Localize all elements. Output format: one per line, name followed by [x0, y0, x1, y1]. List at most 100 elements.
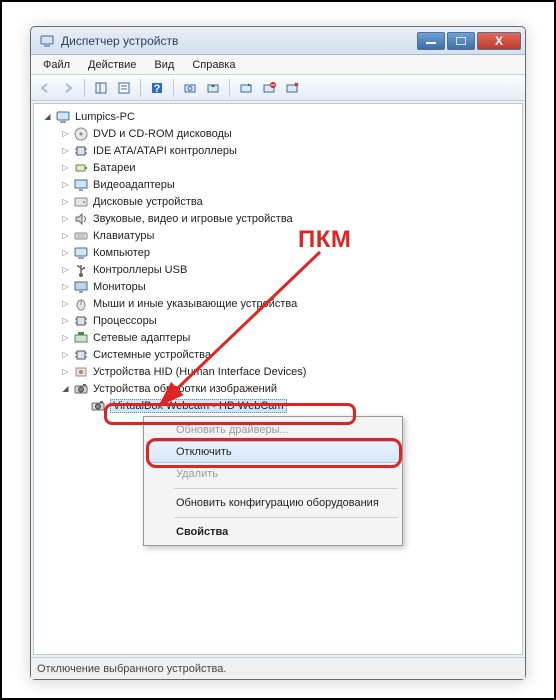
tree-category[interactable]: ▷ Системные устройства	[36, 346, 520, 363]
tree-category[interactable]: ▷ Батареи	[36, 159, 520, 176]
tree-category[interactable]: ▷ Звуковые, видео и игровые устройства	[36, 210, 520, 227]
menu-view[interactable]: Вид	[146, 57, 182, 73]
close-button[interactable]: X	[477, 32, 521, 50]
tree-category[interactable]: ▷ Компьютер	[36, 244, 520, 261]
expand-icon[interactable]: ▷	[60, 281, 71, 292]
computer-icon	[55, 109, 71, 125]
tree-category[interactable]: ▷ IDE ATA/ATAPI контроллеры	[36, 142, 520, 159]
category-label: Контроллеры USB	[93, 264, 187, 276]
enable-button[interactable]	[236, 78, 256, 98]
svg-text:?: ?	[154, 83, 161, 95]
category-icon	[73, 279, 89, 295]
category-icon	[73, 330, 89, 346]
tree-category[interactable]: ▷ Мыши и иные указывающие устройства	[36, 295, 520, 312]
category-label: Звуковые, видео и игровые устройства	[93, 213, 293, 225]
ctx-properties[interactable]: Свойства	[146, 521, 400, 543]
tree-category[interactable]: ▷ Устройства HID (Human Interface Devices…	[36, 363, 520, 380]
device-label: VirtualBox Webcam - HD WebCam	[110, 399, 287, 413]
ctx-update-drivers[interactable]: Обновить драйверы...	[146, 419, 400, 441]
category-label: Устройства HID (Human Interface Devices)	[93, 366, 306, 378]
menu-action[interactable]: Действие	[80, 57, 144, 73]
ctx-delete[interactable]: Удалить	[146, 463, 400, 485]
tree-category[interactable]: ▷ Сетевые адаптеры	[36, 329, 520, 346]
expand-icon[interactable]: ▷	[60, 264, 71, 275]
titlebar[interactable]: Диспетчер устройств X	[31, 27, 525, 55]
category-label: Клавиатуры	[93, 230, 154, 242]
expand-icon[interactable]: ▷	[60, 162, 71, 173]
expand-icon[interactable]: ▷	[60, 315, 71, 326]
category-label: Компьютер	[93, 247, 150, 259]
tree-category[interactable]: ▷ Процессоры	[36, 312, 520, 329]
tree-category[interactable]: ◢ Устройства обработки изображений	[36, 380, 520, 397]
category-label: Системные устройства	[93, 349, 211, 361]
category-icon	[73, 211, 89, 227]
tree-category[interactable]: ▷ Контроллеры USB	[36, 261, 520, 278]
nav-back-button	[35, 78, 55, 98]
tree-category[interactable]: ▷DVD и CD-ROM дисководы	[36, 125, 520, 142]
category-label: Батареи	[93, 162, 136, 174]
ctx-separator	[174, 517, 398, 518]
menu-file[interactable]: Файл	[35, 57, 78, 73]
expand-icon[interactable]: ▷	[60, 332, 71, 343]
expand-icon[interactable]: ▷	[60, 298, 71, 309]
minimize-button[interactable]	[417, 32, 445, 50]
tree-device[interactable]: VirtualBox Webcam - HD WebCam	[36, 397, 520, 414]
annotation-pkm-label: ПКМ	[298, 226, 351, 254]
maximize-button[interactable]	[447, 32, 475, 50]
category-icon	[73, 296, 89, 312]
window-title: Диспетчер устройств	[61, 34, 417, 48]
category-label: IDE ATA/ATAPI контроллеры	[93, 145, 237, 157]
tree-root[interactable]: ◢ Lumpics-PC	[36, 108, 520, 125]
category-icon	[73, 177, 89, 193]
category-icon	[73, 143, 89, 159]
expand-icon[interactable]: ▷	[60, 179, 71, 190]
update-driver-button[interactable]	[203, 78, 223, 98]
category-label: Процессоры	[93, 315, 157, 327]
statusbar: Отключение выбранного устройства.	[31, 657, 525, 679]
category-icon	[73, 381, 89, 397]
device-tree-panel[interactable]: ◢ Lumpics-PC ▷DVD и CD-ROM дисководы▷IDE…	[33, 103, 523, 655]
expand-icon[interactable]: ▷	[60, 247, 71, 258]
ctx-disable[interactable]: Отключить	[146, 441, 400, 463]
webcam-icon	[90, 398, 106, 414]
tree-root-label: Lumpics-PC	[75, 111, 135, 123]
expand-icon[interactable]: ▷	[60, 145, 71, 156]
expand-icon[interactable]: ▷	[60, 366, 71, 377]
nav-forward-button	[58, 78, 78, 98]
uninstall-button[interactable]	[282, 78, 302, 98]
expand-icon[interactable]: ▷	[60, 213, 71, 224]
show-hide-tree-button[interactable]	[91, 78, 111, 98]
expand-icon[interactable]: ▷	[60, 349, 71, 360]
tree-category[interactable]: ▷ Клавиатуры	[36, 227, 520, 244]
expand-icon[interactable]: ▷	[60, 128, 71, 139]
context-menu: Обновить драйверы... Отключить Удалить О…	[143, 416, 403, 546]
ctx-scan[interactable]: Обновить конфигурацию оборудования	[146, 492, 400, 514]
status-text: Отключение выбранного устройства.	[37, 663, 226, 675]
toolbar: ?	[31, 75, 525, 101]
ctx-separator	[174, 488, 398, 489]
category-label: Мониторы	[93, 281, 146, 293]
expand-icon[interactable]: ▷	[60, 196, 71, 207]
tree-category[interactable]: ▷ Мониторы	[36, 278, 520, 295]
category-label: Сетевые адаптеры	[93, 332, 190, 344]
properties-button[interactable]	[114, 78, 134, 98]
category-icon	[73, 228, 89, 244]
category-icon	[73, 262, 89, 278]
category-label: Видеоадаптеры	[93, 179, 175, 191]
menubar: Файл Действие Вид Справка	[31, 55, 525, 75]
tree-category[interactable]: ▷Дисковые устройства	[36, 193, 520, 210]
expand-icon[interactable]: ◢	[42, 111, 53, 122]
scan-hardware-button[interactable]	[180, 78, 200, 98]
help-button[interactable]: ?	[147, 78, 167, 98]
expand-icon[interactable]: ▷	[60, 230, 71, 241]
expand-icon[interactable]: ◢	[60, 383, 71, 394]
category-label: Мыши и иные указывающие устройства	[93, 298, 297, 310]
tree-category[interactable]: ▷ Видеоадаптеры	[36, 176, 520, 193]
menu-help[interactable]: Справка	[184, 57, 243, 73]
category-icon	[73, 160, 89, 176]
category-label: Устройства обработки изображений	[93, 383, 277, 395]
category-icon	[73, 313, 89, 329]
disable-button[interactable]	[259, 78, 279, 98]
category-icon	[73, 347, 89, 363]
category-icon	[73, 194, 89, 210]
